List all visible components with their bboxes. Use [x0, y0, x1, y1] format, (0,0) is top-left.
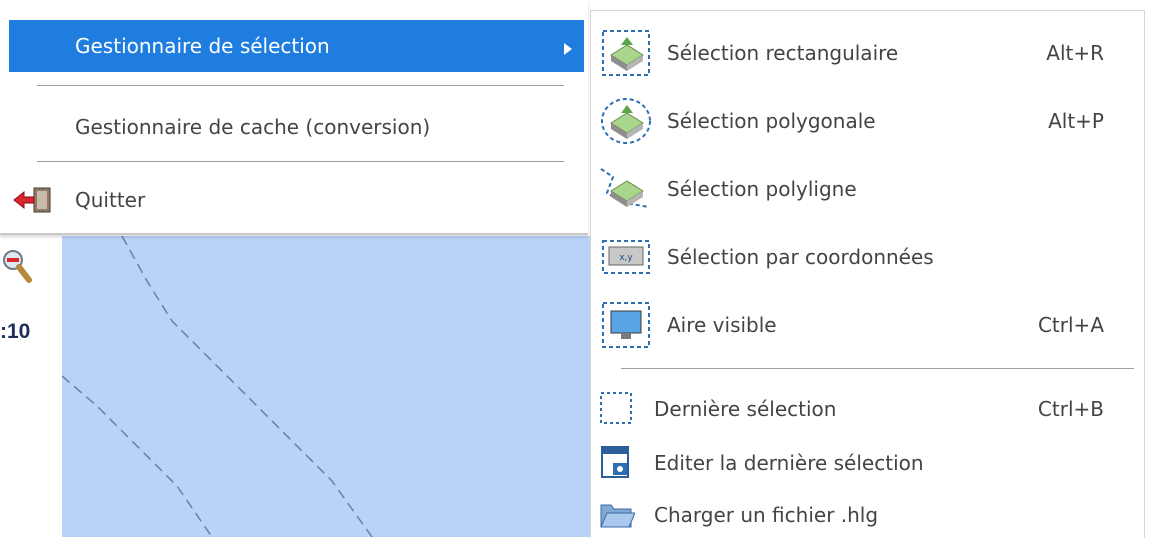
menu-item-selection-manager[interactable]: Gestionnaire de sélection — [9, 20, 584, 72]
menu-separator — [37, 85, 564, 86]
map-view[interactable] — [62, 236, 602, 537]
zoom-out-icon[interactable] — [2, 248, 32, 284]
shortcut-label: Ctrl+B — [1037, 397, 1104, 421]
svg-text:x,y: x,y — [619, 253, 633, 263]
edit-window-icon — [597, 443, 635, 481]
submenu-item-label: Sélection par coordonnées — [667, 245, 934, 269]
dotted-rectangle-icon — [597, 389, 635, 427]
rectangle-selection-icon — [597, 27, 655, 79]
submenu-item-edit-last-selection[interactable]: Editer la dernière sélection — [591, 439, 1144, 485]
menu-item-label: Quitter — [75, 188, 146, 212]
shortcut-label: Alt+R — [1046, 41, 1104, 65]
submenu-item-label: Editer la dernière sélection — [654, 451, 924, 475]
polyline-selection-icon — [597, 163, 655, 215]
submenu-item-load-hlg-file[interactable]: Charger un fichier .hlg — [591, 491, 1144, 537]
submenu-item-label: Charger un fichier .hlg — [654, 503, 879, 527]
submenu-separator — [621, 368, 1134, 369]
menu-separator — [37, 161, 564, 162]
submenu-item-label: Dernière sélection — [654, 397, 837, 421]
submenu-item-last-selection[interactable]: Dernière sélection Ctrl+B — [591, 385, 1144, 431]
open-folder-icon — [597, 495, 636, 533]
submenu-item-label: Sélection polygonale — [667, 109, 876, 133]
submenu-item-label: Aire visible — [667, 313, 777, 337]
menu-item-quit[interactable]: Quitter — [0, 174, 588, 226]
selection-submenu: Sélection rectangulaire Alt+R Sélection … — [590, 10, 1145, 538]
submenu-item-label: Sélection rectangulaire — [667, 41, 899, 65]
submenu-item-label: Sélection polyligne — [667, 177, 857, 201]
submenu-item-rectangular-selection[interactable]: Sélection rectangulaire Alt+R — [591, 21, 1144, 85]
coordinates-selection-icon: x,y — [597, 231, 655, 283]
submenu-item-visible-area[interactable]: Aire visible Ctrl+A — [591, 293, 1144, 357]
shortcut-label: Alt+P — [1048, 109, 1104, 133]
visible-area-icon — [597, 299, 655, 351]
menu-item-cache-manager[interactable]: Gestionnaire de cache (conversion) — [0, 101, 588, 153]
exit-door-icon — [12, 187, 52, 213]
menu-item-label: Gestionnaire de sélection — [75, 34, 330, 58]
polygon-selection-icon — [597, 95, 655, 147]
submenu-item-polygonal-selection[interactable]: Sélection polygonale Alt+P — [591, 89, 1144, 153]
shortcut-label: Ctrl+A — [1037, 313, 1104, 337]
menu-item-label: Gestionnaire de cache (conversion) — [75, 115, 431, 139]
main-menu: Gestionnaire de sélection Gestionnaire d… — [0, 0, 588, 235]
submenu-arrow-icon — [564, 40, 572, 59]
submenu-item-polyline-selection[interactable]: Sélection polyligne — [591, 157, 1144, 221]
scale-label: :10 — [0, 320, 31, 343]
submenu-item-coordinates-selection[interactable]: x,y Sélection par coordonnées — [591, 225, 1144, 289]
